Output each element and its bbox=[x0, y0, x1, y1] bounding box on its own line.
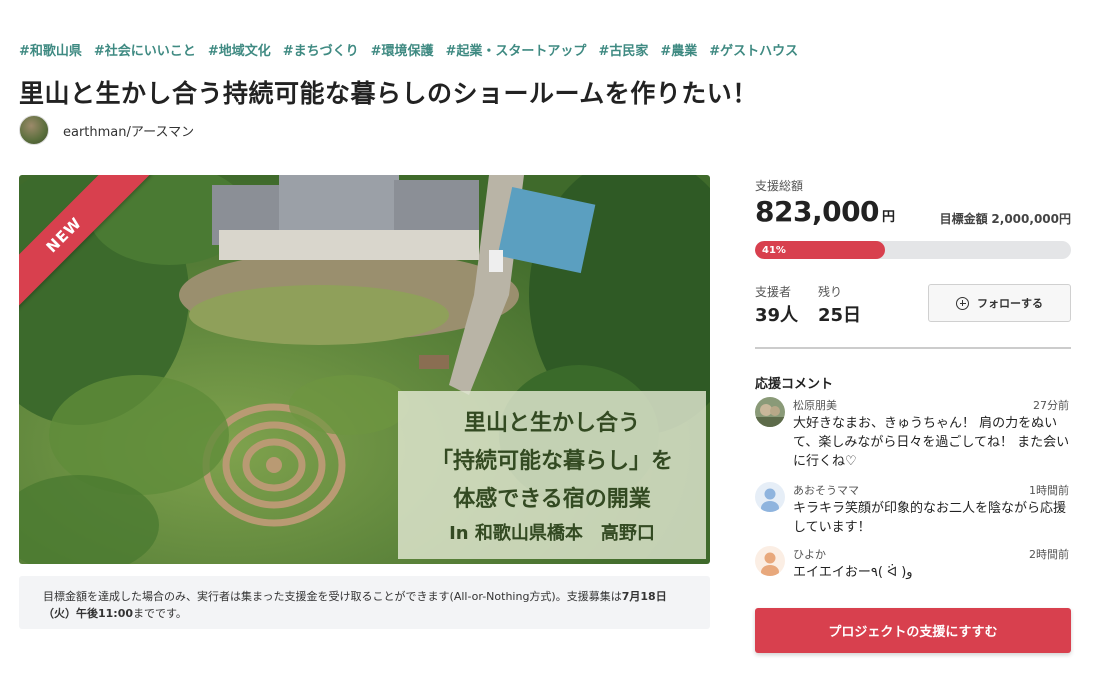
goal-amount: 目標金額 2,000,000円 bbox=[940, 210, 1071, 227]
backers-count: 39人 bbox=[755, 305, 799, 326]
hero-caption-line: 「持続可能な暮らし」を bbox=[430, 449, 673, 474]
comment-text: 大好きなまお、きゅうちゃん！ 肩の力をぬいて、楽しみながら日々を過ごしてね！ ま… bbox=[793, 416, 1070, 469]
currency-unit: 円 bbox=[882, 210, 895, 225]
divider bbox=[755, 347, 1071, 349]
total-amount-value: 823,000 bbox=[755, 195, 880, 228]
hero-image: NEW 里山と生かし合う 「持続可能な暮らし」を 体感できる宿の開業 In 和歌… bbox=[19, 175, 710, 564]
all-or-nothing-notice: 目標金額を達成した場合のみ、実行者は集まった支援金を受け取ることができます(Al… bbox=[19, 576, 710, 629]
tag-link[interactable]: #社会にいいこと bbox=[94, 40, 196, 59]
comment-time: 1時間前 bbox=[1029, 484, 1069, 497]
commenter-name[interactable]: あおそうママ bbox=[793, 482, 859, 498]
tag-link[interactable]: #まちづくり bbox=[283, 40, 359, 59]
support-project-button[interactable]: プロジェクトの支援にすすむ bbox=[755, 608, 1071, 653]
owner-avatar[interactable] bbox=[19, 115, 49, 145]
comment-text: キラキラ笑顔が印象的なお二人を陰ながら応援しています！ bbox=[793, 501, 1067, 535]
owner-name[interactable]: earthman/アースマン bbox=[63, 121, 194, 140]
goal-value: 2,000,000円 bbox=[991, 212, 1071, 226]
comments-title: 応援コメント bbox=[755, 377, 834, 392]
tag-list: #和歌山県 #社会にいいこと #地域文化 #まちづくり #環境保護 #起業・スタ… bbox=[19, 40, 798, 59]
tag-link[interactable]: #農業 bbox=[660, 40, 697, 59]
goal-label: 目標金額 bbox=[939, 212, 988, 226]
commenter-name[interactable]: 松原朋美 bbox=[793, 397, 837, 413]
notice-text-end: までです。 bbox=[133, 607, 187, 620]
backers-label: 支援者 bbox=[755, 285, 792, 299]
comment-text: エイエイおー٩( ᐛ )و bbox=[793, 565, 913, 580]
hero-caption-line: In 和歌山県橋本 高野口 bbox=[449, 523, 655, 544]
hero-caption-box: 里山と生かし合う 「持続可能な暮らし」を 体感できる宿の開業 In 和歌山県橋本… bbox=[398, 391, 706, 559]
tag-link[interactable]: #古民家 bbox=[598, 40, 648, 59]
project-title: 里山と生かし合う持続可能な暮らしのショールームを作りたい！ bbox=[19, 79, 758, 108]
follow-button[interactable]: フォローする bbox=[928, 284, 1071, 322]
comment-time: 27分前 bbox=[1033, 399, 1069, 412]
follow-label: フォローする bbox=[977, 297, 1043, 310]
progress-bar-fill: 41% bbox=[755, 241, 885, 259]
remaining-label: 残り bbox=[818, 285, 843, 299]
comment-time: 2時間前 bbox=[1029, 548, 1069, 561]
project-owner[interactable]: earthman/アースマン bbox=[19, 115, 194, 145]
notice-text: 目標金額を達成した場合のみ、実行者は集まった支援金を受け取ることができます(Al… bbox=[43, 590, 622, 603]
plus-circle-icon bbox=[956, 296, 969, 310]
hero-caption-line: 体感できる宿の開業 bbox=[453, 487, 651, 512]
total-label: 支援総額 bbox=[755, 179, 804, 193]
total-amount: 823,000 円 bbox=[755, 195, 895, 228]
hero-caption-line: 里山と生かし合う bbox=[463, 411, 640, 436]
user-avatar-icon[interactable] bbox=[755, 482, 785, 512]
days-remaining: 25日 bbox=[818, 305, 862, 326]
commenter-name[interactable]: ひよか bbox=[793, 546, 826, 562]
tag-link[interactable]: #起業・スタートアップ bbox=[446, 40, 587, 59]
tag-link[interactable]: #和歌山県 bbox=[19, 40, 82, 59]
tag-link[interactable]: #環境保護 bbox=[371, 40, 434, 59]
tag-link[interactable]: #ゲストハウス bbox=[709, 40, 798, 59]
user-avatar-icon[interactable] bbox=[755, 546, 785, 576]
commenter-avatar[interactable] bbox=[755, 397, 785, 427]
progress-bar: 41% bbox=[755, 241, 1071, 259]
tag-link[interactable]: #地域文化 bbox=[208, 40, 271, 59]
